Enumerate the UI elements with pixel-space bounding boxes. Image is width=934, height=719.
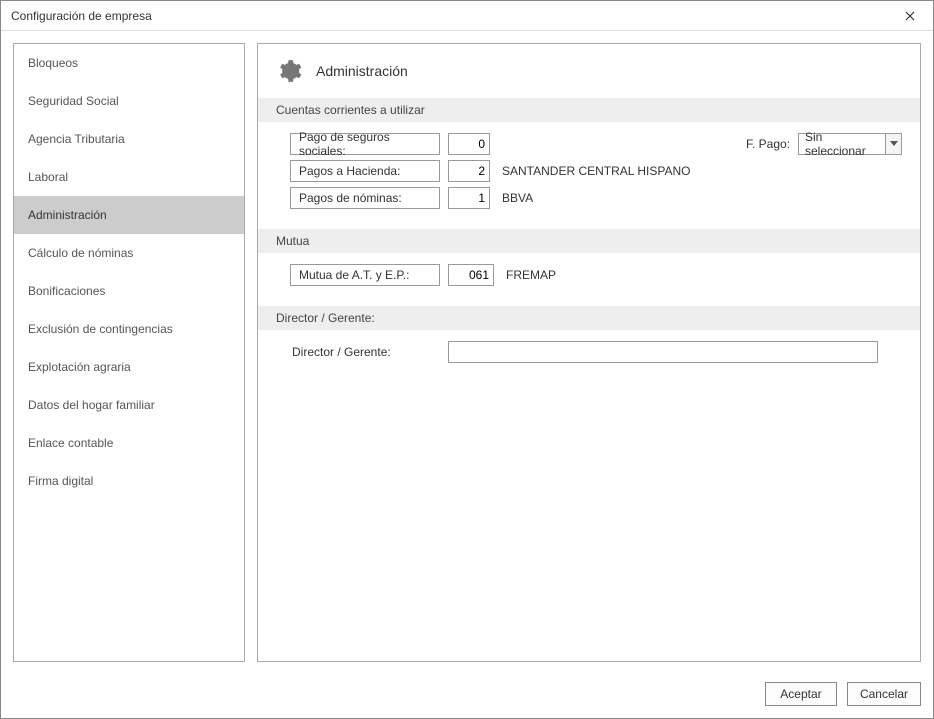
section-body-mutua: Mutua de A.T. y E.P.: FREMAP [276,253,902,306]
input-mutua-code[interactable] [448,264,494,286]
label-nominas-button[interactable]: Pagos de nóminas: [290,187,440,209]
gear-icon [276,58,302,84]
sidebar-item-administracion[interactable]: Administración [14,196,244,234]
fpago-dropdown-button[interactable] [885,134,901,154]
sidebar-item-hogar-familiar[interactable]: Datos del hogar familiar [14,386,244,424]
sidebar: Bloqueos Seguridad Social Agencia Tribut… [13,43,245,662]
panel-title: Administración [316,63,408,79]
fpago-value: Sin seleccionar [799,134,885,154]
label-mutua-button[interactable]: Mutua de A.T. y E.P.: [290,264,440,286]
section-heading-cuentas: Cuentas corrientes a utilizar [258,98,920,122]
cancel-button[interactable]: Cancelar [847,682,921,706]
section-heading-mutua: Mutua [258,229,920,253]
input-nominas-code[interactable] [448,187,490,209]
row-nominas: Pagos de nóminas: BBVA [290,186,902,210]
section-heading-director: Director / Gerente: [258,306,920,330]
input-hacienda-code[interactable] [448,160,490,182]
label-seg-sociales-button[interactable]: Pago de seguros sociales: [290,133,440,155]
fpago-wrap: F. Pago: Sin seleccionar [746,133,902,155]
row-hacienda: Pagos a Hacienda: SANTANDER CENTRAL HISP… [290,159,902,183]
text-mutua-name: FREMAP [506,268,556,282]
sidebar-item-laboral[interactable]: Laboral [14,158,244,196]
fpago-label: F. Pago: [746,137,790,151]
close-button[interactable] [895,4,925,28]
sidebar-item-bloqueos[interactable]: Bloqueos [14,44,244,82]
main-panel: Administración Cuentas corrientes a util… [257,43,921,662]
titlebar: Configuración de empresa [1,1,933,31]
section-body-director: Director / Gerente: [276,330,902,383]
text-nominas-name: BBVA [502,191,533,205]
footer: Aceptar Cancelar [1,674,933,718]
sidebar-item-firma-digital[interactable]: Firma digital [14,462,244,500]
panel-header: Administración [276,58,902,98]
config-window: Configuración de empresa Bloqueos Seguri… [0,0,934,719]
accept-button[interactable]: Aceptar [765,682,837,706]
sidebar-item-bonificaciones[interactable]: Bonificaciones [14,272,244,310]
section-body-cuentas: Pago de seguros sociales: F. Pago: Sin s… [276,122,902,229]
window-title: Configuración de empresa [11,9,152,23]
label-director: Director / Gerente: [290,345,440,359]
fpago-dropdown[interactable]: Sin seleccionar [798,133,902,155]
row-seg-sociales: Pago de seguros sociales: F. Pago: Sin s… [290,132,902,156]
row-director: Director / Gerente: [290,340,902,364]
body-area: Bloqueos Seguridad Social Agencia Tribut… [1,31,933,674]
input-seg-sociales-code[interactable] [448,133,490,155]
chevron-down-icon [890,141,898,147]
input-director[interactable] [448,341,878,363]
label-hacienda-button[interactable]: Pagos a Hacienda: [290,160,440,182]
close-icon [905,11,915,21]
sidebar-item-seguridad-social[interactable]: Seguridad Social [14,82,244,120]
sidebar-item-exclusion-contingencias[interactable]: Exclusión de contingencias [14,310,244,348]
sidebar-item-enlace-contable[interactable]: Enlace contable [14,424,244,462]
text-hacienda-name: SANTANDER CENTRAL HISPANO [502,164,690,178]
sidebar-item-agencia-tributaria[interactable]: Agencia Tributaria [14,120,244,158]
sidebar-item-calculo-nominas[interactable]: Cálculo de nóminas [14,234,244,272]
row-mutua: Mutua de A.T. y E.P.: FREMAP [290,263,902,287]
sidebar-item-explotacion-agraria[interactable]: Explotación agraria [14,348,244,386]
